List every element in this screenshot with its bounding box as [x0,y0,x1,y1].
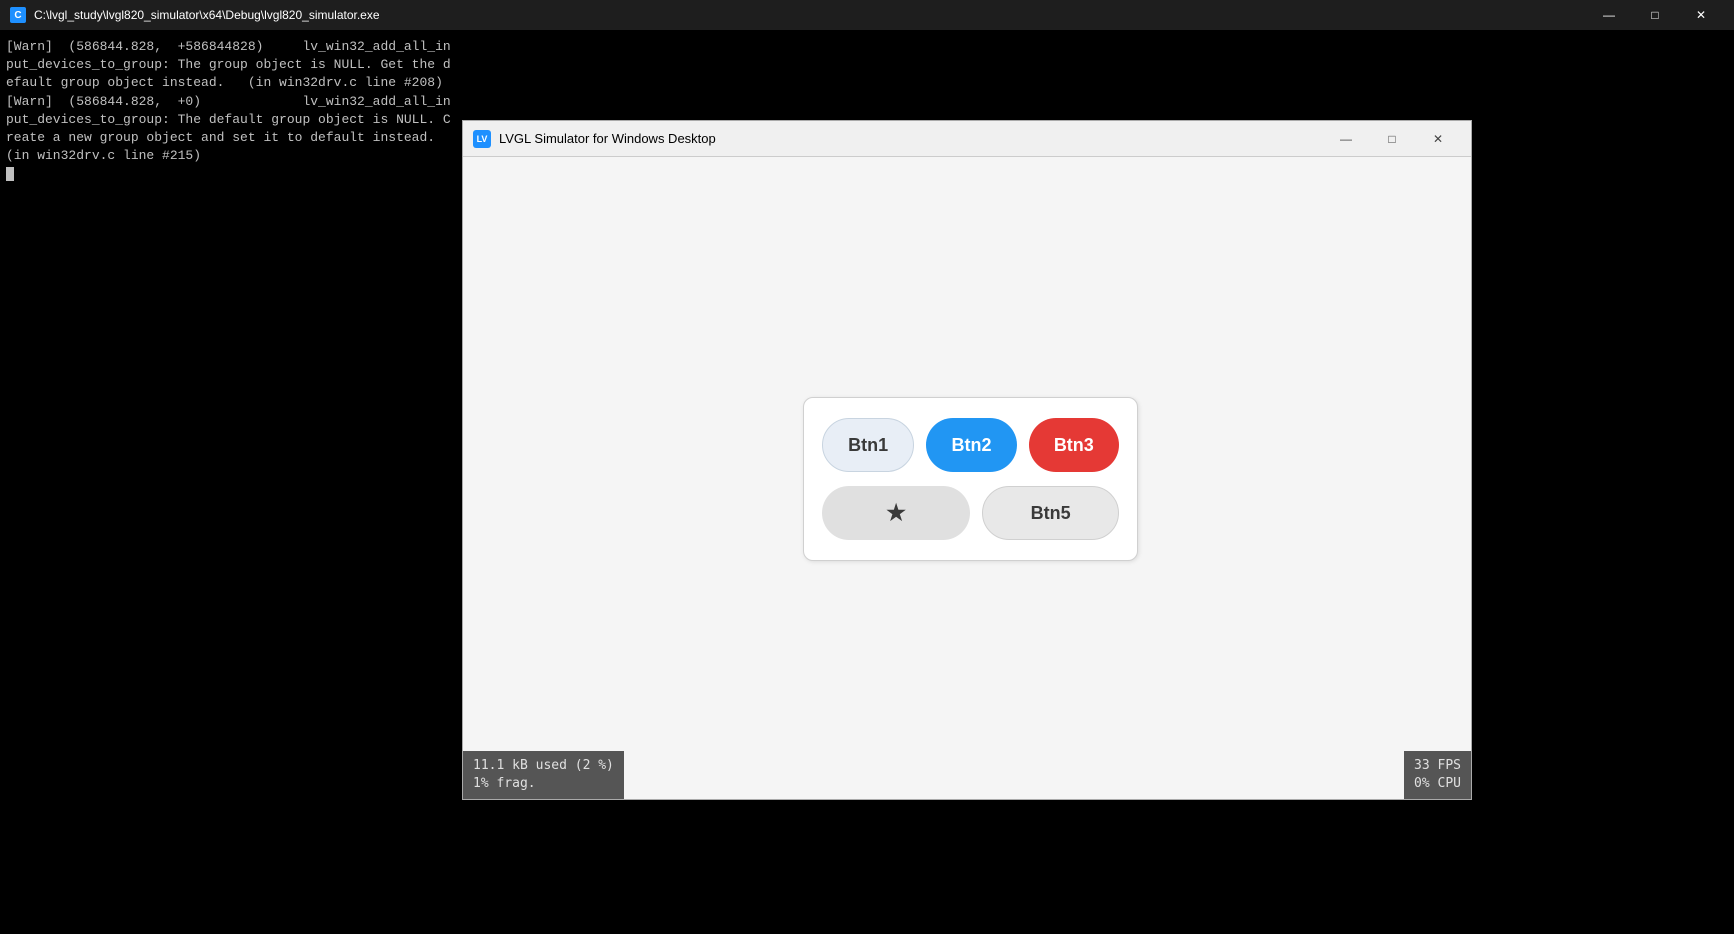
log-line-2: [Warn] (586844.828, +0) lv_win32_add_all… [6,93,454,166]
fps-line1: 33 FPS [1414,757,1461,775]
simulator-close-btn[interactable]: ✕ [1415,124,1461,154]
lvgl-button-panel: Btn1 Btn2 Btn3 ★ Btn5 [803,397,1138,561]
btn3-button[interactable]: Btn3 [1029,418,1119,472]
fps-status: 33 FPS 0% CPU [1404,751,1471,799]
simulator-title: LVGL Simulator for Windows Desktop [499,131,1323,146]
btn1-button[interactable]: Btn1 [822,418,914,472]
fps-line2: 0% CPU [1414,775,1461,793]
btn5-button[interactable]: Btn5 [982,486,1119,540]
button-row-1: Btn1 Btn2 Btn3 [822,418,1119,472]
simulator-icon: LV [473,130,491,148]
simulator-minimize-btn[interactable]: — [1323,124,1369,154]
console-minimize-btn[interactable]: — [1586,0,1632,30]
simulator-win-controls: — □ ✕ [1323,124,1461,154]
simulator-content: Btn1 Btn2 Btn3 ★ Btn5 11.1 kB used (2 %)… [463,157,1471,799]
mem-line1: 11.1 kB used (2 %) [473,757,614,775]
btn2-button[interactable]: Btn2 [926,418,1016,472]
console-close-btn[interactable]: ✕ [1678,0,1724,30]
mem-line2: 1% frag. [473,775,614,793]
console-icon: C [10,7,26,23]
console-win-controls: — □ ✕ [1586,0,1724,30]
log-line-1: [Warn] (586844.828, +586844828) lv_win32… [6,38,454,93]
simulator-titlebar: LV LVGL Simulator for Windows Desktop — … [463,121,1471,157]
console-titlebar: C C:\lvgl_study\lvgl820_simulator\x64\De… [0,0,1734,30]
console-output: [Warn] (586844.828, +586844828) lv_win32… [0,30,460,934]
simulator-maximize-btn[interactable]: □ [1369,124,1415,154]
console-cursor [6,167,14,181]
console-maximize-btn[interactable]: □ [1632,0,1678,30]
memory-status: 11.1 kB used (2 %) 1% frag. [463,751,624,799]
console-title: C:\lvgl_study\lvgl820_simulator\x64\Debu… [34,8,1586,22]
simulator-window: LV LVGL Simulator for Windows Desktop — … [462,120,1472,800]
simulator-statusbar: 11.1 kB used (2 %) 1% frag. 33 FPS 0% CP… [463,751,1471,799]
button-row-2: ★ Btn5 [822,486,1119,540]
console-cursor-line [6,165,454,183]
btn4-star-button[interactable]: ★ [822,486,970,540]
